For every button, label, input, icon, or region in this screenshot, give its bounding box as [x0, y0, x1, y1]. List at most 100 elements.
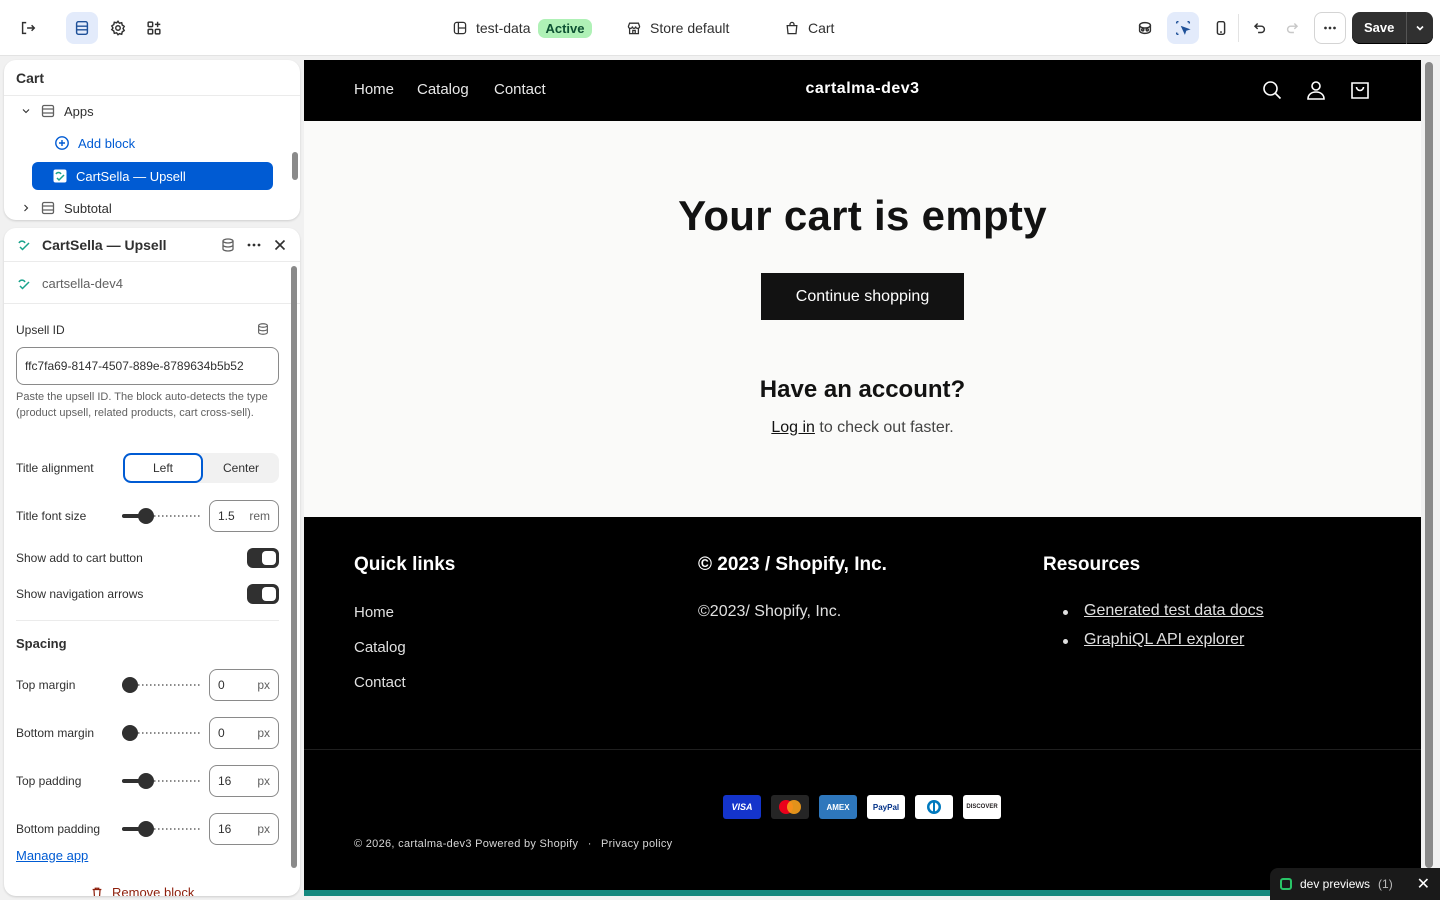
bottom-margin-input[interactable]: 0 px	[209, 717, 279, 749]
cart-icon[interactable]	[1348, 78, 1372, 102]
add-block-button[interactable]: Add block	[54, 129, 135, 157]
company-text: ©2023/ Shopify, Inc.	[698, 603, 842, 620]
more-icon[interactable]	[246, 237, 262, 253]
show-cart-toggle[interactable]	[247, 548, 279, 568]
bottom-margin-label: Bottom margin	[16, 726, 95, 740]
continue-shopping-button[interactable]: Continue shopping	[761, 273, 964, 320]
chevron-right-icon[interactable]	[20, 200, 32, 216]
login-link[interactable]: Log in	[771, 419, 815, 436]
apps-icon[interactable]	[138, 12, 170, 44]
slider-handle[interactable]	[138, 821, 154, 837]
slider-handle[interactable]	[138, 773, 154, 789]
slider-handle[interactable]	[138, 508, 154, 524]
show-arrows-label: Show navigation arrows	[16, 587, 144, 601]
title-alignment-control: Left Center	[123, 453, 279, 483]
alignment-center-option[interactable]: Center	[203, 453, 279, 483]
manage-app-link[interactable]: Manage app	[16, 848, 88, 863]
page-label: Cart	[808, 20, 835, 36]
app-logo-icon	[18, 278, 30, 290]
section-icon	[41, 201, 55, 215]
quick-links-title: Quick links	[354, 554, 456, 575]
company-title: © 2023 / Shopify, Inc.	[698, 554, 887, 575]
layout-icon	[453, 21, 467, 35]
sections-icon[interactable]	[66, 12, 98, 44]
empty-cart-title: Your cart is empty	[678, 192, 1047, 239]
footer-copyright: © 2026, cartalma-dev3 Powered by Shopify…	[354, 838, 673, 850]
upsell-id-label: Upsell ID	[16, 323, 65, 337]
preview-scrollbar[interactable]	[1425, 62, 1433, 868]
selection-cursor-icon[interactable]	[1167, 12, 1199, 44]
tree-item-apps[interactable]: Apps	[20, 97, 94, 125]
app-name: cartsella-dev4	[42, 276, 123, 291]
theme-selector[interactable]: test-data Active	[452, 16, 592, 40]
settings-scrollbar[interactable]	[291, 266, 297, 868]
diners-icon	[915, 795, 953, 819]
title-alignment-label: Title alignment	[16, 461, 94, 475]
app-source-row: cartsella-dev4	[4, 264, 300, 304]
show-arrows-toggle[interactable]	[247, 584, 279, 604]
test-data-docs-link[interactable]: Generated test data docs	[1084, 602, 1264, 620]
search-icon[interactable]	[1260, 78, 1284, 102]
section-icon	[41, 104, 55, 118]
save-button[interactable]: Save	[1352, 12, 1408, 44]
tree-item-cartsella-upsell[interactable]: CartSella — Upsell	[32, 162, 273, 190]
app-logo-icon	[18, 239, 30, 251]
tree-scrollbar[interactable]	[292, 152, 298, 180]
gear-icon[interactable]	[102, 12, 134, 44]
trash-icon	[92, 887, 102, 896]
bottom-padding-input[interactable]: 16 px	[209, 813, 279, 845]
exit-icon[interactable]	[12, 12, 44, 44]
store-header: Home Catalog Contact cartalma-dev3	[304, 60, 1421, 121]
top-margin-input[interactable]: 0 px	[209, 669, 279, 701]
mastercard-icon	[771, 795, 809, 819]
database-icon[interactable]	[256, 322, 270, 336]
mobile-icon[interactable]	[1205, 12, 1237, 44]
redo-icon[interactable]	[1277, 12, 1309, 44]
footer-catalog-link[interactable]: Catalog	[354, 639, 406, 656]
store-brand[interactable]: cartalma-dev3	[304, 80, 1421, 98]
bottom-padding-slider[interactable]	[122, 821, 202, 837]
top-margin-slider[interactable]	[122, 677, 202, 693]
alignment-left-option[interactable]: Left	[123, 453, 203, 483]
undo-icon[interactable]	[1243, 12, 1275, 44]
discover-icon: DISCOVER	[963, 795, 1001, 819]
spacing-title: Spacing	[16, 636, 67, 651]
section-tree-panel: Cart Apps Add block CartSella — Upsell S…	[4, 60, 300, 220]
remove-block-button[interactable]: Remove block	[90, 885, 194, 896]
top-padding-slider[interactable]	[122, 773, 202, 789]
top-padding-input[interactable]: 16 px	[209, 765, 279, 797]
footer-contact-link[interactable]: Contact	[354, 674, 406, 691]
bottom-padding-label: Bottom padding	[16, 822, 101, 836]
block-settings-panel: CartSella — Upsell cartsella-dev4 Upsell…	[4, 228, 300, 896]
slider-handle[interactable]	[122, 677, 138, 693]
account-icon[interactable]	[1304, 78, 1328, 102]
store-icon	[627, 22, 641, 35]
storefront-preview: Home Catalog Contact cartalma-dev3 Your …	[304, 60, 1421, 896]
title-font-size-slider[interactable]	[122, 508, 202, 524]
context-selector[interactable]: Store default	[626, 16, 729, 40]
bottom-margin-slider[interactable]	[122, 725, 202, 741]
dev-previews-toast[interactable]: dev previews (1) ✕	[1270, 868, 1440, 900]
upsell-id-help: Paste the upsell ID. The block auto-dete…	[16, 391, 268, 419]
upsell-id-input[interactable]	[16, 347, 279, 385]
more-actions-icon[interactable]	[1314, 12, 1346, 44]
chevron-down-icon[interactable]	[1407, 12, 1433, 44]
close-icon[interactable]	[272, 237, 288, 253]
paypal-icon: PayPal	[867, 795, 905, 819]
tree-item-subtotal[interactable]: Subtotal	[20, 194, 112, 220]
graphiql-link[interactable]: GraphiQL API explorer	[1084, 631, 1244, 649]
app-logo-icon	[53, 169, 67, 183]
database-icon[interactable]	[220, 237, 236, 253]
slider-handle[interactable]	[122, 725, 138, 741]
inspector-icon[interactable]	[1129, 12, 1161, 44]
title-font-size-input[interactable]: 1.5 rem	[209, 500, 279, 532]
footer-home-link[interactable]: Home	[354, 604, 394, 621]
tree-title: Cart	[4, 60, 300, 96]
theme-name: test-data	[476, 20, 531, 36]
login-prompt: Log in to check out faster.	[771, 419, 954, 436]
privacy-policy-link[interactable]: Privacy policy	[601, 838, 672, 850]
close-icon[interactable]: ✕	[1417, 874, 1430, 894]
top-padding-label: Top padding	[16, 774, 82, 788]
chevron-down-icon[interactable]	[20, 103, 32, 119]
page-selector[interactable]: Cart	[784, 16, 834, 40]
